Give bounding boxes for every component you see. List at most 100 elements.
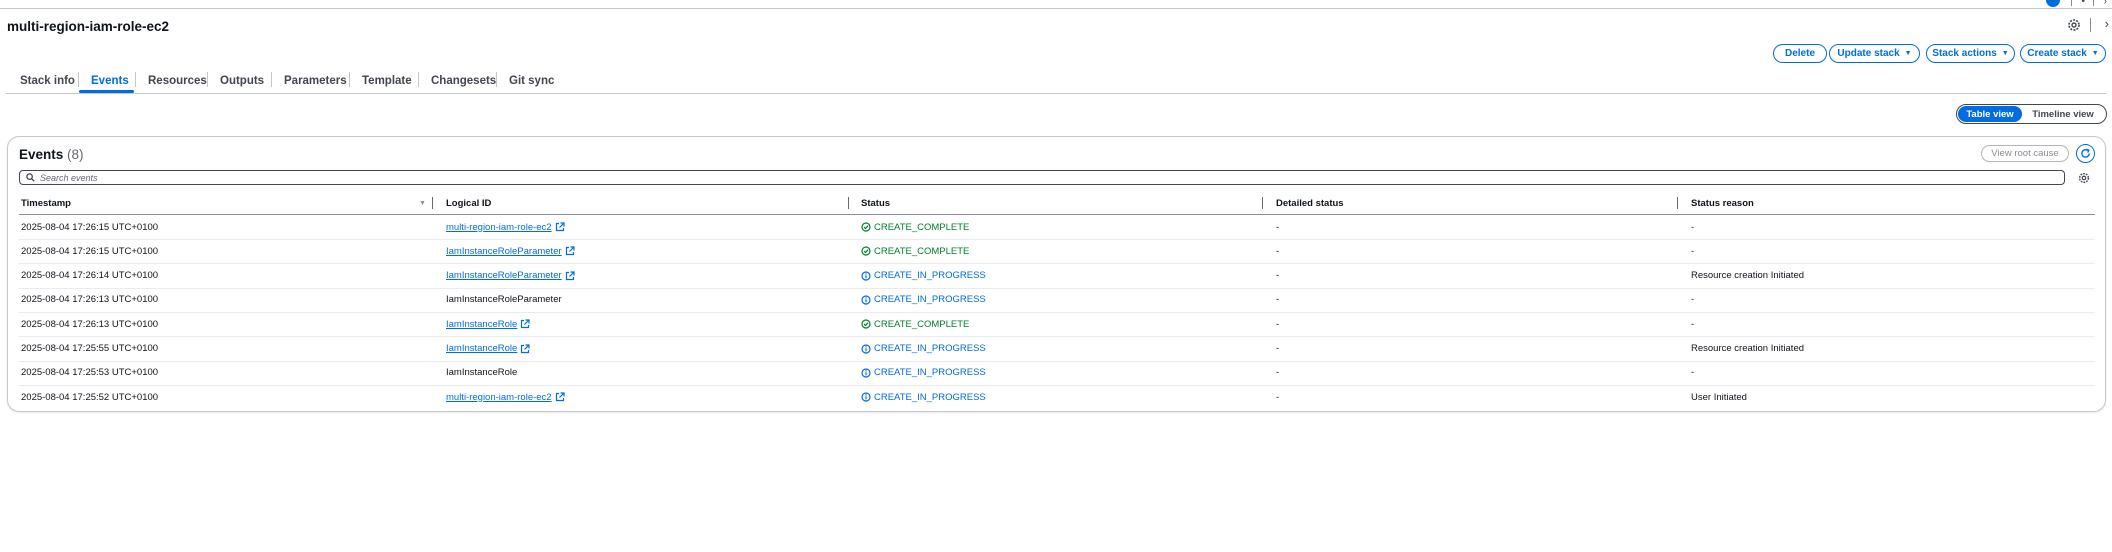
detailed-status-cell: -	[1276, 318, 1280, 330]
update-stack-button[interactable]: Update stack ▼	[1829, 44, 1920, 63]
detailed-status-cell: -	[1276, 270, 1280, 282]
timestamp-cell: 2025-08-04 17:25:55 UTC+0100	[21, 343, 159, 354]
nav-chevron-icon[interactable]: ›	[2104, 0, 2107, 7]
view-toggle: Table view Timeline view	[1956, 104, 2107, 124]
column-divider[interactable]	[432, 197, 433, 209]
tab-resources[interactable]: Resources	[148, 69, 207, 93]
events-heading: Events (8)	[19, 147, 84, 162]
column-header-timestamp[interactable]: Timestamp	[21, 198, 71, 209]
status-reason-cell: User Initiated	[1691, 391, 1747, 403]
row-divider	[19, 360, 2095, 362]
table-view-button[interactable]: Table view	[1958, 106, 2022, 122]
external-link-icon	[565, 246, 575, 256]
status-cell: CREATE_IN_PROGRESS	[861, 391, 986, 403]
status-reason-cell: -	[1691, 245, 1695, 257]
detailed-status-cell: -	[1276, 245, 1280, 257]
status-cell: CREATE_IN_PROGRESS	[861, 270, 986, 282]
delete-button[interactable]: Delete	[1773, 44, 1827, 63]
column-divider[interactable]	[1677, 197, 1678, 209]
timestamp-cell: 2025-08-04 17:26:13 UTC+0100	[21, 294, 159, 306]
external-link-icon	[565, 270, 575, 280]
table-header-divider	[19, 214, 2095, 215]
stack-actions-button[interactable]: Stack actions ▼	[1926, 44, 2015, 63]
column-divider[interactable]	[848, 197, 849, 209]
nav-divider	[2093, 0, 2094, 6]
tab-divider	[418, 72, 419, 87]
nav-menu-icon[interactable]: •	[2081, 0, 2085, 7]
check-circle-icon	[861, 319, 871, 329]
logical-id-link[interactable]: IamInstanceRole	[446, 318, 530, 330]
info-circle-icon	[861, 270, 871, 281]
tab-divider	[349, 72, 350, 87]
refresh-icon	[2081, 148, 2090, 158]
status-reason-cell: -	[1691, 294, 1695, 306]
logical-id-cell: IamInstanceRoleParameter	[446, 294, 562, 306]
timestamp-cell: 2025-08-04 17:26:15 UTC+0100	[21, 221, 159, 233]
external-link-icon	[521, 343, 530, 353]
search-icon	[26, 173, 35, 182]
page-title: multi-region-iam-role-ec2	[7, 19, 170, 34]
tab-git-sync[interactable]: Git sync	[509, 69, 554, 93]
sort-caret-down-icon[interactable]: ▼	[419, 200, 426, 207]
column-header-logical-id[interactable]: Logical ID	[446, 198, 491, 209]
events-count: (8)	[67, 147, 84, 162]
column-header-detailed-status[interactable]: Detailed status	[1276, 198, 1344, 209]
settings-gear-icon[interactable]	[2066, 17, 2082, 33]
timestamp-cell: 2025-08-04 17:26:13 UTC+0100	[21, 318, 159, 330]
timestamp-cell: 2025-08-04 17:26:14 UTC+0100	[21, 270, 159, 282]
search-box	[19, 170, 2065, 185]
refresh-button[interactable]	[2076, 144, 2095, 163]
logical-id-cell: IamInstanceRole	[446, 367, 518, 379]
detailed-status-cell: -	[1276, 367, 1280, 379]
status-reason-cell: -	[1691, 221, 1695, 233]
status-cell: CREATE_IN_PROGRESS	[861, 294, 986, 306]
logical-id-link[interactable]: IamInstanceRoleParameter	[446, 270, 575, 282]
timeline-view-button[interactable]: Timeline view	[2022, 106, 2104, 122]
tab-stack-info[interactable]: Stack info	[20, 69, 75, 93]
tab-divider	[207, 72, 208, 87]
logical-id-link[interactable]: IamInstanceRoleParameter	[446, 245, 575, 257]
logical-id-link[interactable]: multi-region-iam-role-ec2	[446, 221, 565, 233]
status-cell: CREATE_IN_PROGRESS	[861, 343, 986, 355]
tab-parameters[interactable]: Parameters	[284, 69, 347, 93]
search-input[interactable]	[40, 171, 1940, 184]
tab-outputs[interactable]: Outputs	[220, 69, 264, 93]
timestamp-cell: 2025-08-04 17:25:52 UTC+0100	[21, 391, 159, 403]
tabs-divider	[6, 93, 2106, 94]
status-reason-cell: -	[1691, 367, 1695, 379]
detailed-status-cell: -	[1276, 221, 1280, 233]
info-circle-icon	[861, 343, 871, 354]
info-circle-icon	[861, 368, 871, 378]
table-settings-gear-icon[interactable]	[2077, 171, 2091, 185]
row-divider	[19, 336, 2095, 338]
create-stack-button[interactable]: Create stack ▼	[2020, 44, 2106, 63]
status-cell: CREATE_COMPLETE	[861, 245, 969, 257]
status-reason-cell: Resource creation Initiated	[1691, 343, 1805, 354]
logical-id-link[interactable]: multi-region-iam-role-ec2	[446, 391, 565, 403]
tab-changesets[interactable]: Changesets	[431, 69, 496, 93]
detailed-status-cell: -	[1276, 294, 1280, 306]
user-avatar-icon[interactable]	[2046, 0, 2060, 7]
chevron-right-icon[interactable]: ›	[2105, 16, 2109, 31]
external-link-icon	[555, 392, 565, 402]
row-divider	[19, 311, 2095, 313]
row-divider	[19, 263, 2095, 265]
column-header-status-reason[interactable]: Status reason	[1691, 198, 1754, 209]
status-cell: CREATE_IN_PROGRESS	[861, 367, 986, 379]
info-circle-icon	[861, 392, 871, 402]
check-circle-icon	[861, 246, 871, 256]
row-divider	[19, 287, 2095, 289]
nav-divider	[2071, 0, 2072, 6]
tab-divider	[496, 72, 497, 87]
detailed-status-cell: -	[1276, 343, 1280, 354]
logical-id-link[interactable]: IamInstanceRole	[446, 343, 530, 355]
tab-template[interactable]: Template	[362, 69, 412, 93]
external-link-icon	[555, 222, 565, 232]
tab-divider	[271, 72, 272, 87]
column-header-status[interactable]: Status	[861, 198, 890, 209]
view-root-cause-button[interactable]: View root cause	[1981, 145, 2069, 162]
check-circle-icon	[861, 222, 871, 232]
info-circle-icon	[861, 295, 871, 305]
column-divider[interactable]	[1262, 197, 1263, 209]
external-link-icon	[521, 319, 530, 329]
